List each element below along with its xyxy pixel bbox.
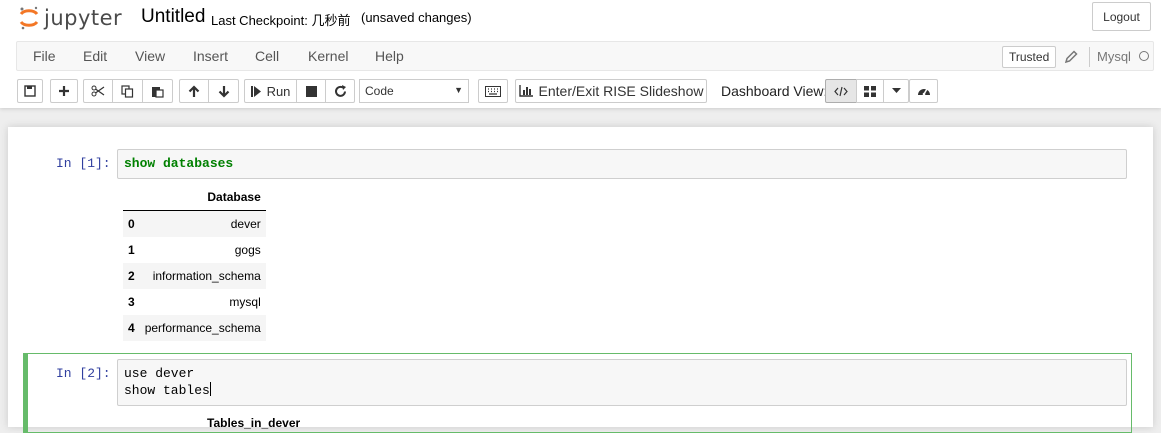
arrow-up-icon: [188, 84, 200, 97]
cell-2-input[interactable]: use dever show tables: [117, 359, 1127, 406]
menu-view[interactable]: View: [135, 48, 165, 64]
dashboard-gauge-icon: [917, 88, 930, 96]
table-row: 1 gogs: [123, 237, 266, 263]
copy-icon: [121, 84, 134, 98]
table-row: 0 dever: [123, 210, 266, 237]
restart-button[interactable]: [325, 79, 355, 103]
menu-cell[interactable]: Cell: [255, 48, 279, 64]
row-index: 0: [128, 217, 135, 231]
table-row: 3 mysql: [123, 289, 266, 315]
notebook-name[interactable]: Untitled: [141, 6, 205, 28]
dashboard-view-label: Dashboard View:: [721, 83, 828, 99]
paste-button[interactable]: [142, 79, 173, 103]
dropdown-caret-icon: ▼: [454, 85, 463, 95]
notebook-header: jupyter Untitled Last Checkpoint: 几秒前 (u…: [0, 0, 1161, 108]
row-index: 1: [128, 243, 135, 257]
move-up-button[interactable]: [179, 79, 209, 103]
caret-down-icon: [891, 88, 901, 93]
cell-type-value: Code: [365, 84, 394, 98]
row-value: performance_schema: [144, 321, 261, 335]
cell-2-code-line-1: use dever: [124, 366, 195, 381]
dashboard-dropdown-button[interactable]: [883, 79, 909, 103]
code-icon: [834, 86, 848, 96]
plus-icon: [59, 86, 69, 96]
row-value: mysql: [229, 295, 261, 309]
step-forward-icon: [250, 85, 261, 97]
run-button[interactable]: Run: [244, 79, 297, 103]
row-value: gogs: [234, 243, 261, 257]
kernel-name: Mysql: [1097, 49, 1131, 64]
menu-edit[interactable]: Edit: [83, 48, 107, 64]
row-index: 4: [128, 321, 135, 335]
menu-bar: File Edit View Insert Cell Kernel Help: [16, 41, 1154, 71]
logo-text: jupyter: [44, 6, 123, 30]
row-value: information_schema: [152, 269, 261, 283]
jupyter-logo[interactable]: jupyter: [18, 4, 122, 32]
logout-button[interactable]: Logout: [1092, 2, 1151, 31]
arrow-down-icon: [218, 85, 229, 98]
row-value: dever: [230, 217, 261, 231]
cell-1-code-line: show databases: [124, 156, 234, 171]
row-index: 2: [128, 269, 135, 283]
refresh-icon: [334, 84, 346, 97]
cell-1-output-table: Database 0 dever 1 gogs 2 information_sc…: [123, 184, 266, 341]
kernel-idle-icon: [1139, 51, 1149, 61]
paste-icon: [152, 86, 164, 98]
scissors-icon: [91, 85, 105, 97]
table-header-row: Database: [123, 184, 266, 211]
bar-chart-icon: [518, 85, 533, 97]
cell-2-prompt: In [2]:: [56, 366, 111, 381]
text-cursor: [209, 382, 211, 396]
table-column-header: Database: [139, 184, 266, 211]
stop-icon: [305, 85, 317, 97]
interrupt-button[interactable]: [296, 79, 326, 103]
menu-file[interactable]: File: [33, 48, 56, 64]
table-row: 4 performance_schema: [123, 315, 266, 341]
grid-view-button[interactable]: [856, 79, 884, 103]
cell-1-input[interactable]: show databases: [117, 149, 1127, 179]
insert-cell-button[interactable]: [50, 79, 78, 103]
keyboard-icon: [485, 85, 501, 97]
table-row: 2 information_schema: [123, 263, 266, 289]
grid-icon: [864, 85, 876, 97]
save-icon: [24, 85, 36, 97]
trusted-indicator[interactable]: Trusted: [1002, 46, 1057, 68]
rise-label: Enter/Exit RISE Slideshow: [538, 83, 704, 99]
cell-2-output-header: Tables_in_dever: [207, 416, 301, 430]
menu-insert[interactable]: Insert: [193, 48, 228, 64]
table-index-header: [123, 184, 140, 211]
autosave-status: (unsaved changes): [361, 10, 472, 25]
rise-slideshow-button[interactable]: Enter/Exit RISE Slideshow: [515, 79, 707, 103]
run-label: Run: [266, 83, 291, 99]
checkpoint-status: Last Checkpoint: 几秒前: [211, 13, 351, 28]
move-down-button[interactable]: [208, 79, 239, 103]
notebook-view-button[interactable]: [825, 79, 857, 103]
pencil-icon[interactable]: [1063, 49, 1079, 65]
menu-kernel[interactable]: Kernel: [308, 48, 348, 64]
cell-1-prompt: In [1]:: [56, 156, 111, 171]
cell-type-select[interactable]: Code ▼: [359, 79, 469, 103]
command-palette-button[interactable]: [478, 79, 508, 103]
copy-button[interactable]: [112, 79, 143, 103]
cell-2-code-line-2: show tables: [124, 383, 210, 398]
cut-button[interactable]: [83, 79, 113, 103]
save-button[interactable]: [17, 79, 43, 103]
jupyter-logo-icon: [19, 6, 39, 30]
kernel-divider: [1089, 47, 1090, 67]
menu-help[interactable]: Help: [375, 48, 404, 64]
row-index: 3: [128, 295, 135, 309]
dashboard-preview-button[interactable]: [909, 79, 938, 103]
